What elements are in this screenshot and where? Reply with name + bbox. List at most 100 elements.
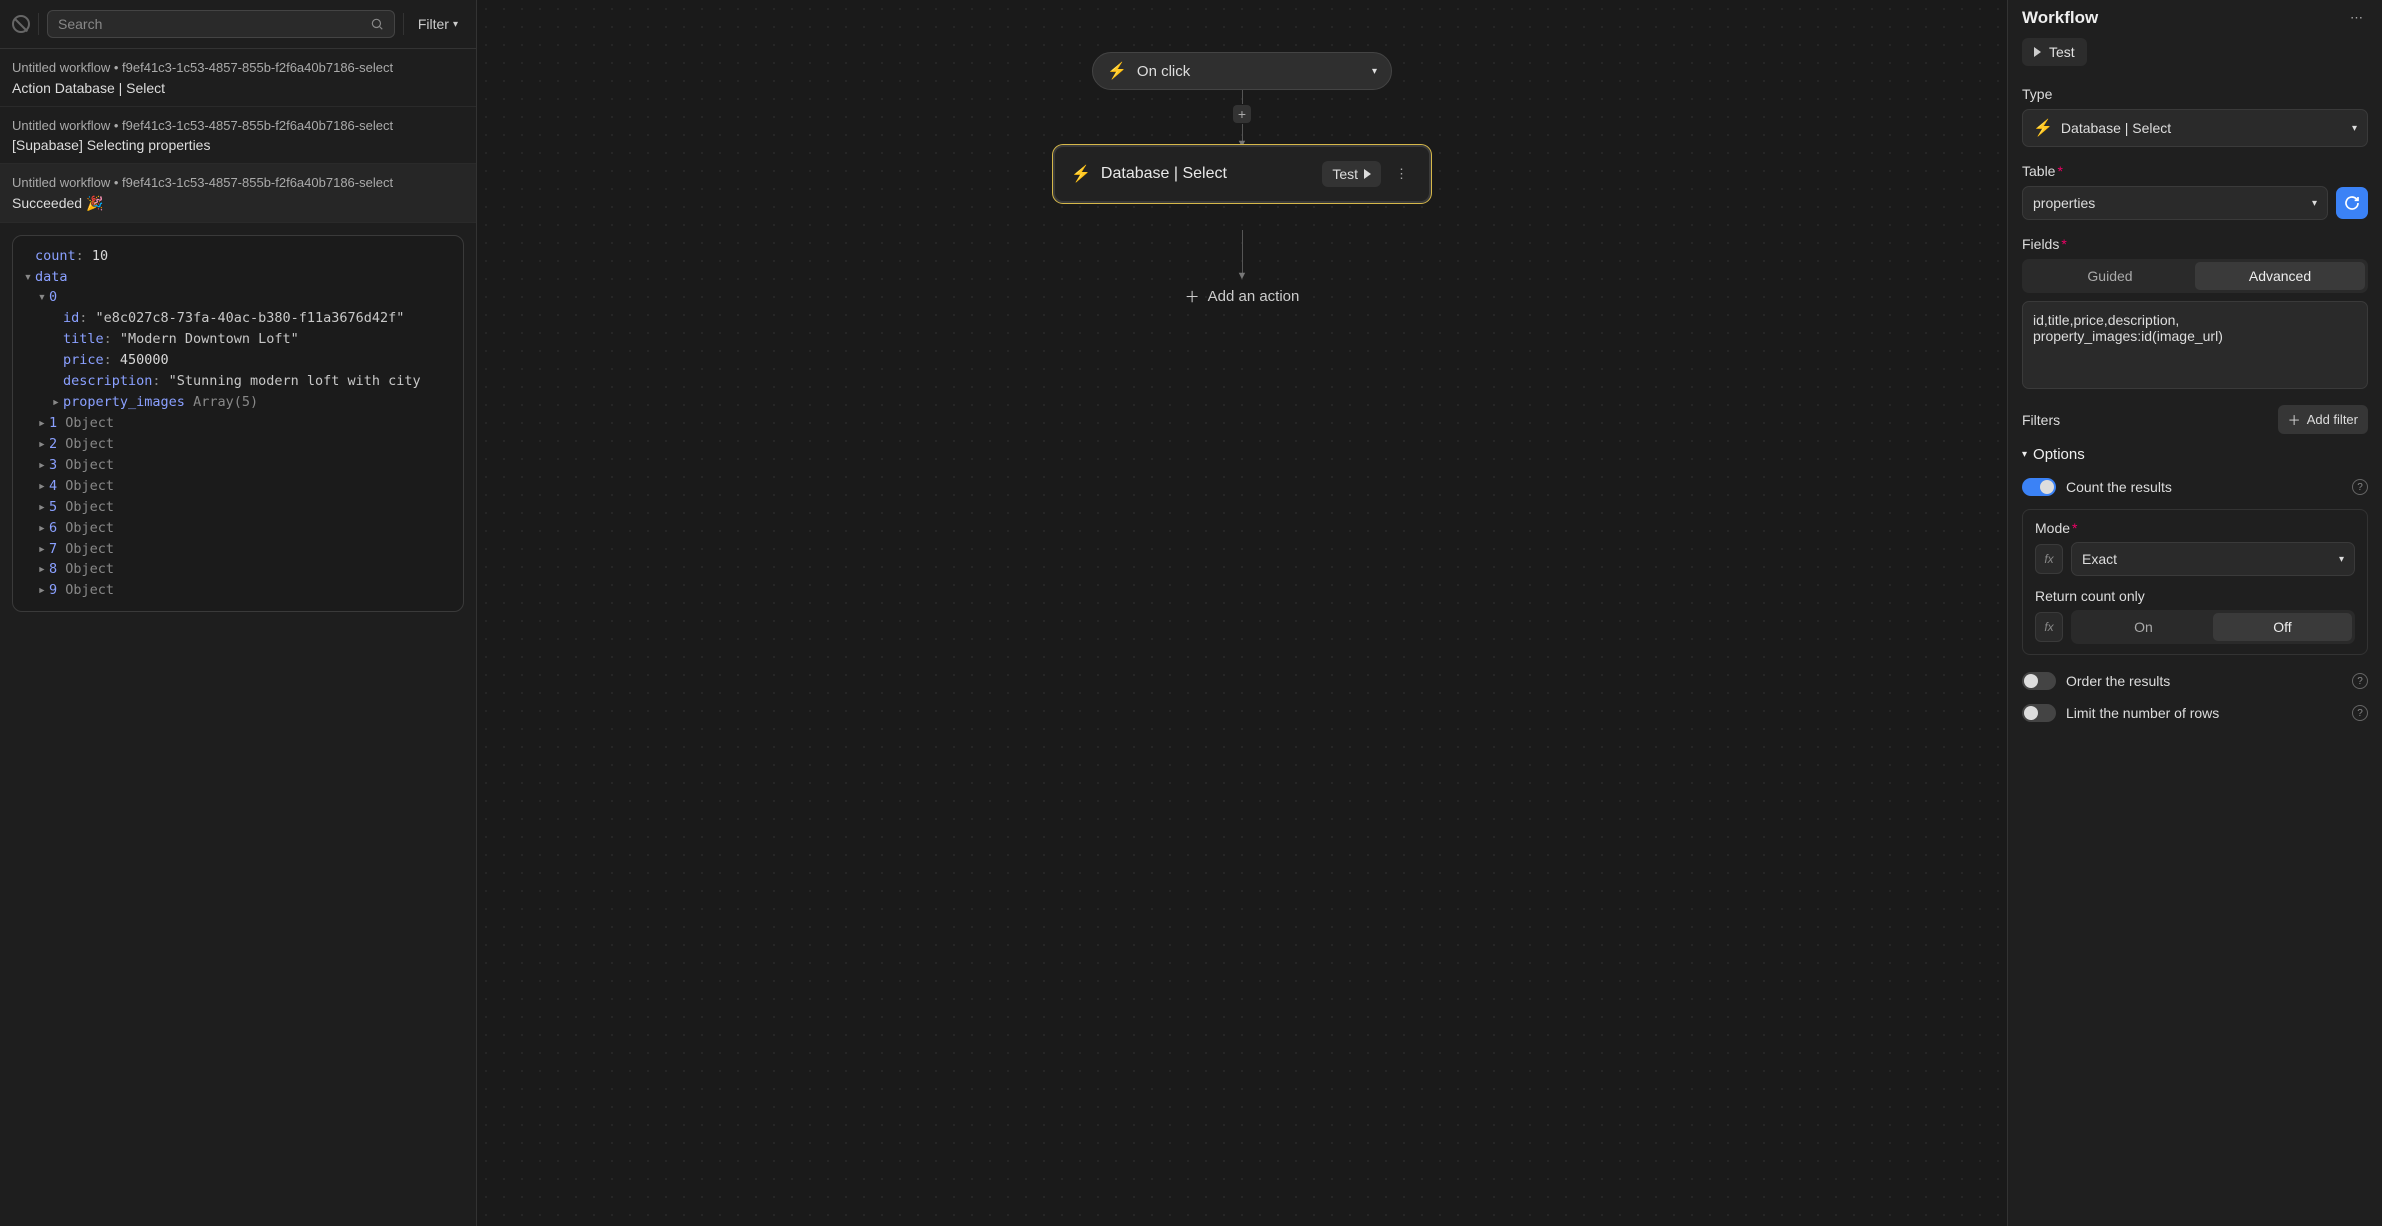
more-menu-icon[interactable]: ⋯ — [2346, 8, 2368, 28]
filters-label: Filters — [2022, 412, 2060, 428]
run-item[interactable]: Untitled workflow • f9ef41c3-1c53-4857-8… — [0, 164, 476, 223]
json-type: Object — [65, 520, 114, 536]
required-mark: * — [2061, 236, 2066, 252]
fx-button[interactable]: fx — [2035, 544, 2063, 574]
fx-button[interactable]: fx — [2035, 612, 2063, 642]
tree-toggle[interactable]: ▸ — [35, 434, 49, 455]
lightning-icon: ⚡ — [2033, 118, 2053, 138]
run-item-title: Untitled workflow • f9ef41c3-1c53-4857-8… — [12, 174, 464, 192]
tree-toggle[interactable]: ▸ — [35, 580, 49, 601]
action-node[interactable]: ⚡ Database | Select Test ⋮ — [1053, 145, 1431, 203]
add-node-button[interactable]: + — [1233, 105, 1251, 123]
disable-icon[interactable] — [12, 15, 30, 33]
workflow-canvas[interactable]: ⚡ On click ▾ + ▼ ⚡ Database | Select Tes… — [477, 0, 2007, 1226]
tree-toggle[interactable]: ▸ — [35, 455, 49, 476]
tree-toggle[interactable]: ▸ — [35, 559, 49, 580]
type-label: Type — [2022, 86, 2368, 102]
test-action-button[interactable]: Test — [1322, 161, 1381, 187]
advanced-tab[interactable]: Advanced — [2195, 262, 2365, 290]
tree-toggle[interactable]: ▸ — [35, 497, 49, 518]
json-key: 2 — [49, 436, 57, 452]
filter-button[interactable]: Filter ▾ — [412, 12, 464, 36]
search-input-wrapper[interactable] — [47, 10, 395, 38]
refresh-icon — [2344, 195, 2360, 211]
options-collapse[interactable]: ▾ Options — [2008, 438, 2382, 471]
connector-line — [1242, 90, 1243, 104]
add-action-button[interactable]: ＋ Add an action — [1185, 286, 1300, 307]
mode-select[interactable]: Exact ▾ — [2071, 542, 2355, 576]
tree-toggle[interactable]: ▸ — [35, 413, 49, 434]
fields-mode-toggle: Guided Advanced — [2022, 259, 2368, 293]
filter-label: Filter — [418, 16, 449, 32]
refresh-button[interactable] — [2336, 187, 2368, 219]
tree-toggle[interactable]: ▾ — [21, 267, 35, 288]
limit-rows-label: Limit the number of rows — [2066, 705, 2342, 721]
add-action-label: Add an action — [1208, 288, 1300, 305]
json-type: Object — [65, 561, 114, 577]
test-workflow-button[interactable]: Test — [2022, 38, 2087, 66]
type-select[interactable]: ⚡ Database | Select ▾ — [2022, 109, 2368, 147]
run-item[interactable]: Untitled workflow • f9ef41c3-1c53-4857-8… — [0, 49, 476, 107]
lightning-icon: ⚡ — [1107, 61, 1127, 81]
json-result-panel: count: 10 ▾data ▾0 id: "e8c027c8-73fa-40… — [12, 235, 464, 613]
json-type: Object — [65, 582, 114, 598]
count-results-label: Count the results — [2066, 479, 2342, 495]
json-key: 7 — [49, 541, 57, 557]
add-filter-label: Add filter — [2307, 412, 2358, 427]
lightning-icon: ⚡ — [1071, 164, 1091, 184]
tree-toggle[interactable]: ▸ — [35, 539, 49, 560]
json-type: Object — [65, 436, 114, 452]
fields-textarea[interactable]: id,title,price,description, property_ima… — [2022, 301, 2368, 389]
type-value: Database | Select — [2061, 120, 2344, 136]
help-icon[interactable]: ? — [2352, 479, 2368, 495]
tree-toggle[interactable]: ▸ — [35, 518, 49, 539]
order-results-toggle[interactable] — [2022, 672, 2056, 690]
json-value: "e8c027c8-73fa-40ac-b380-f11a3676d42f" — [96, 310, 405, 326]
run-list: Untitled workflow • f9ef41c3-1c53-4857-8… — [0, 49, 476, 223]
off-option[interactable]: Off — [2213, 613, 2352, 641]
more-menu-icon[interactable]: ⋮ — [1391, 164, 1413, 184]
run-item-title: Untitled workflow • f9ef41c3-1c53-4857-8… — [12, 59, 464, 77]
trigger-label: On click — [1137, 63, 1362, 80]
guided-tab[interactable]: Guided — [2025, 262, 2195, 290]
test-label: Test — [1332, 166, 1358, 182]
arrow-down-icon: ▼ — [1237, 270, 1248, 282]
tree-toggle[interactable]: ▾ — [35, 287, 49, 308]
json-type: Object — [65, 457, 114, 473]
table-label: Table — [2022, 163, 2055, 179]
run-item-subtitle: [Supabase] Selecting properties — [12, 137, 464, 153]
json-key: 5 — [49, 499, 57, 515]
connector-line — [1242, 230, 1243, 274]
chevron-down-icon[interactable]: ▾ — [1372, 66, 1377, 77]
help-icon[interactable]: ? — [2352, 705, 2368, 721]
limit-rows-toggle[interactable] — [2022, 704, 2056, 722]
plus-icon: ＋ — [1185, 286, 1200, 307]
json-key: data — [35, 269, 68, 285]
chevron-down-icon: ▾ — [2022, 449, 2027, 460]
plus-icon: ＋ — [2288, 410, 2301, 429]
panel-heading: Workflow — [2022, 8, 2098, 28]
json-key: 8 — [49, 561, 57, 577]
json-key: id — [63, 310, 79, 326]
json-key: 6 — [49, 520, 57, 536]
table-select[interactable]: properties ▾ — [2022, 186, 2328, 220]
count-results-toggle[interactable] — [2022, 478, 2056, 496]
run-item-title: Untitled workflow • f9ef41c3-1c53-4857-8… — [12, 117, 464, 135]
help-icon[interactable]: ? — [2352, 673, 2368, 689]
chevron-down-icon: ▾ — [2312, 198, 2317, 209]
separator — [403, 13, 404, 35]
tree-toggle[interactable]: ▸ — [49, 392, 63, 413]
action-title: Database | Select — [1101, 165, 1312, 183]
trigger-node[interactable]: ⚡ On click ▾ — [1092, 52, 1392, 90]
test-label: Test — [2049, 44, 2075, 60]
search-input[interactable] — [58, 16, 370, 32]
json-key: 1 — [49, 415, 57, 431]
json-key: count — [35, 248, 76, 264]
tree-toggle[interactable]: ▸ — [35, 476, 49, 497]
search-icon — [370, 17, 384, 31]
json-key: property_images — [63, 394, 185, 410]
add-filter-button[interactable]: ＋ Add filter — [2278, 405, 2368, 434]
run-item[interactable]: Untitled workflow • f9ef41c3-1c53-4857-8… — [0, 107, 476, 165]
on-option[interactable]: On — [2074, 613, 2213, 641]
json-key: title — [63, 331, 104, 347]
